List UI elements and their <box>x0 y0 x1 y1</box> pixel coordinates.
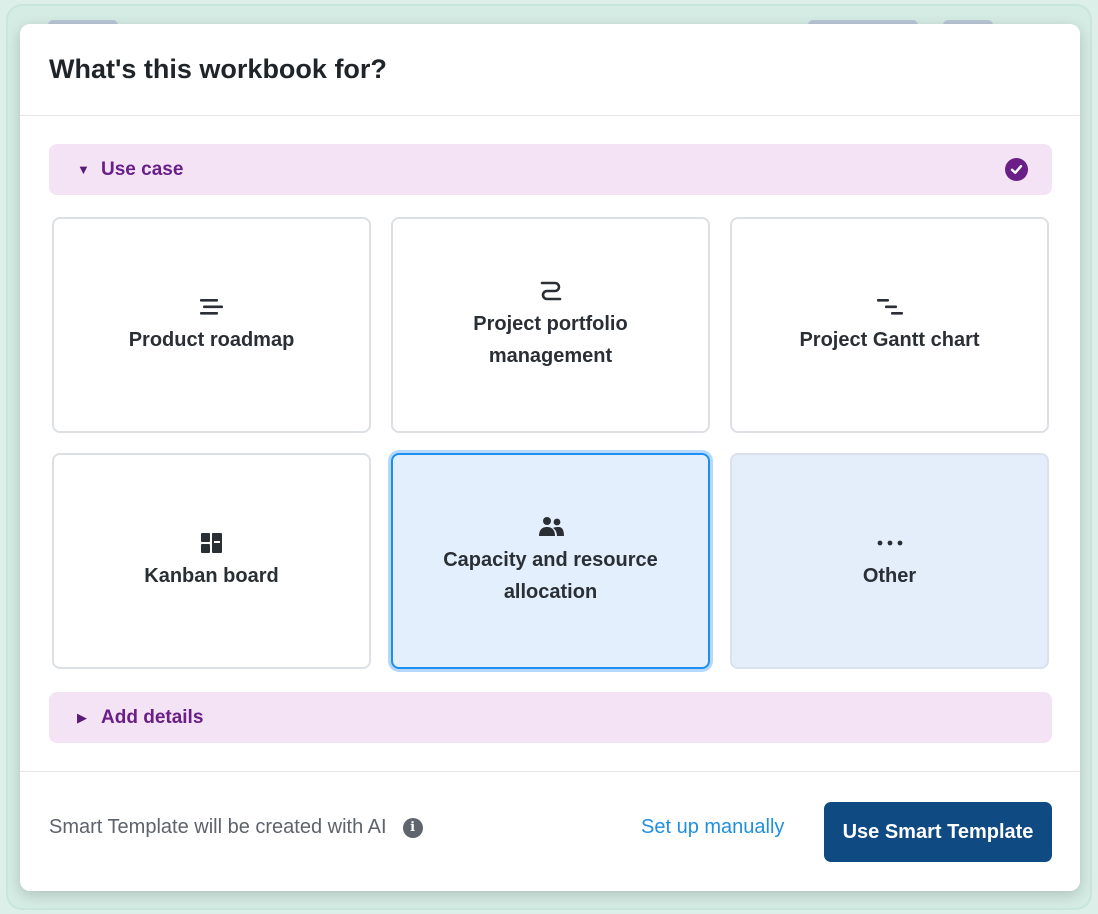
portfolio-path-icon <box>539 278 563 304</box>
option-capacity-resource-allocation[interactable]: Capacity and resource allocation <box>391 453 710 669</box>
option-product-roadmap[interactable]: Product roadmap <box>52 217 371 433</box>
workbook-purpose-dialog: What's this workbook for? ▼ Use case Pro… <box>20 24 1080 891</box>
option-other[interactable]: Other <box>730 453 1049 669</box>
option-label: Project portfolio management <box>473 313 628 367</box>
people-group-icon <box>537 514 565 540</box>
kanban-columns-icon <box>200 530 224 556</box>
ai-note: Smart Template will be created with AI i <box>49 816 423 839</box>
option-label: Other <box>862 565 917 587</box>
option-project-portfolio-management[interactable]: Project portfolio management <box>391 217 710 433</box>
use-case-options-grid: Product roadmap Project portfolio manage… <box>52 217 1049 669</box>
use-case-section-toggle[interactable]: ▼ Use case <box>49 144 1052 195</box>
use-smart-template-button[interactable]: Use Smart Template <box>824 802 1052 862</box>
roadmap-lines-icon <box>199 294 225 320</box>
option-label: Project Gantt chart <box>799 329 980 351</box>
set-up-manually-link[interactable]: Set up manually <box>641 816 784 839</box>
add-details-section-toggle[interactable]: ▶ Add details <box>49 692 1052 743</box>
dialog-title: What's this workbook for? <box>49 54 387 84</box>
option-label: Kanban board <box>144 565 279 587</box>
option-project-gantt-chart[interactable]: Project Gantt chart <box>730 217 1049 433</box>
option-label: Product roadmap <box>128 329 295 351</box>
option-label: Capacity and resource allocation <box>443 549 658 603</box>
dialog-header: What's this workbook for? <box>20 24 1080 116</box>
ellipsis-icon <box>876 530 904 556</box>
ai-note-text: Smart Template will be created with AI <box>49 816 387 838</box>
info-icon[interactable]: i <box>402 817 423 838</box>
gantt-bars-icon <box>876 294 904 320</box>
add-details-section-label: Add details <box>101 706 204 728</box>
option-kanban-board[interactable]: Kanban board <box>52 453 371 669</box>
check-circle-icon <box>1005 158 1028 181</box>
caret-down-icon: ▼ <box>77 162 90 177</box>
dialog-footer: Smart Template will be created with AI i… <box>20 771 1080 891</box>
use-case-section-label: Use case <box>101 158 184 180</box>
caret-right-icon: ▶ <box>77 709 87 725</box>
